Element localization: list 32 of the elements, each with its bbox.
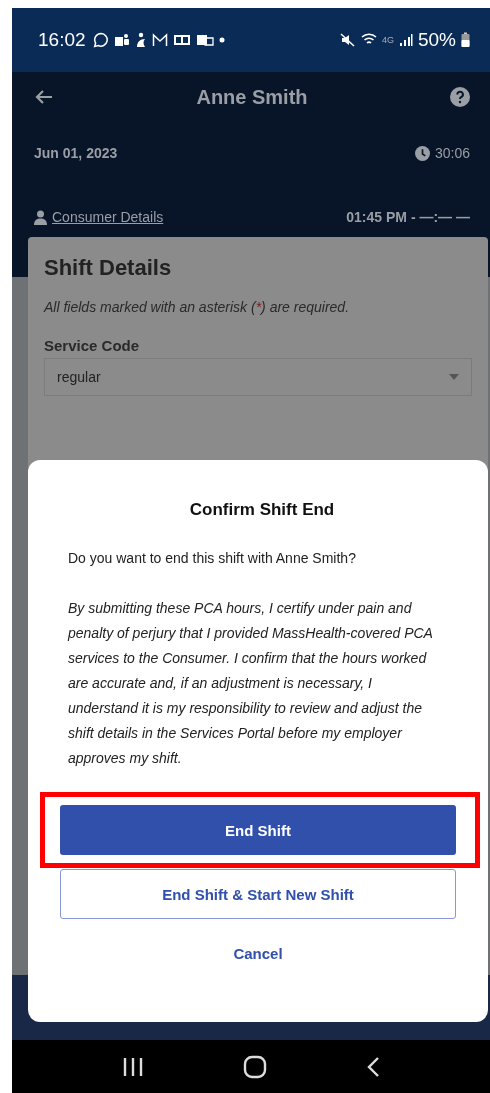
dialog-question: Do you want to end this shift with Anne Smith? <box>68 550 357 566</box>
dot-icon <box>218 37 225 43</box>
disclaimer-text: By submitting these PCA hours, I certify under pain and penalty of perjury that I provided MassHealth-covered PCA services to the Consumer. I confirm that the hours worked are accurate and, if an adjustment is necessary, I understand it is my responsibility to review and adjust the shift details in the Services Portal before my employer approves my shift. <box>68 599 434 768</box>
home-icon[interactable] <box>243 1054 267 1079</box>
dialog-title: Confirm Shift End <box>188 500 336 520</box>
status-time: 16:02 <box>38 29 86 51</box>
recent-apps-icon[interactable] <box>121 1056 144 1077</box>
back-icon[interactable] <box>34 89 54 105</box>
signal-icon <box>398 33 413 47</box>
chat-bubble-icon <box>92 32 109 48</box>
network-type: 4G <box>381 35 394 45</box>
service-code-dropdown[interactable]: regular <box>44 358 472 396</box>
battery-level: 50% <box>417 29 456 51</box>
elapsed-timer: 30:06 <box>434 145 470 161</box>
battery-icon <box>461 32 470 48</box>
required-note: All fields marked with an asterisk (*) are required. <box>44 299 351 315</box>
mail-icon <box>151 33 168 47</box>
field-label: Service Code <box>44 337 141 354</box>
shift-date: Jun 01, 2023 <box>34 145 118 161</box>
header-title: Anne Smith <box>196 85 308 109</box>
shift-time-range: 01:45 PM - —:— — <box>346 209 470 225</box>
cancel-button[interactable]: Cancel <box>229 933 287 973</box>
consumer-details-link[interactable]: Consumer Details <box>52 209 164 225</box>
clock-icon <box>414 145 430 161</box>
people-icon <box>113 32 130 48</box>
end-shift-button[interactable]: End Shift <box>60 805 456 855</box>
caret-icon <box>449 374 459 380</box>
help-icon[interactable] <box>450 87 470 107</box>
card-title: Shift Details <box>44 255 173 281</box>
end-and-start-button[interactable]: End Shift & Start New Shift <box>60 869 456 919</box>
person-icon <box>34 209 47 225</box>
mute-icon <box>339 32 356 48</box>
